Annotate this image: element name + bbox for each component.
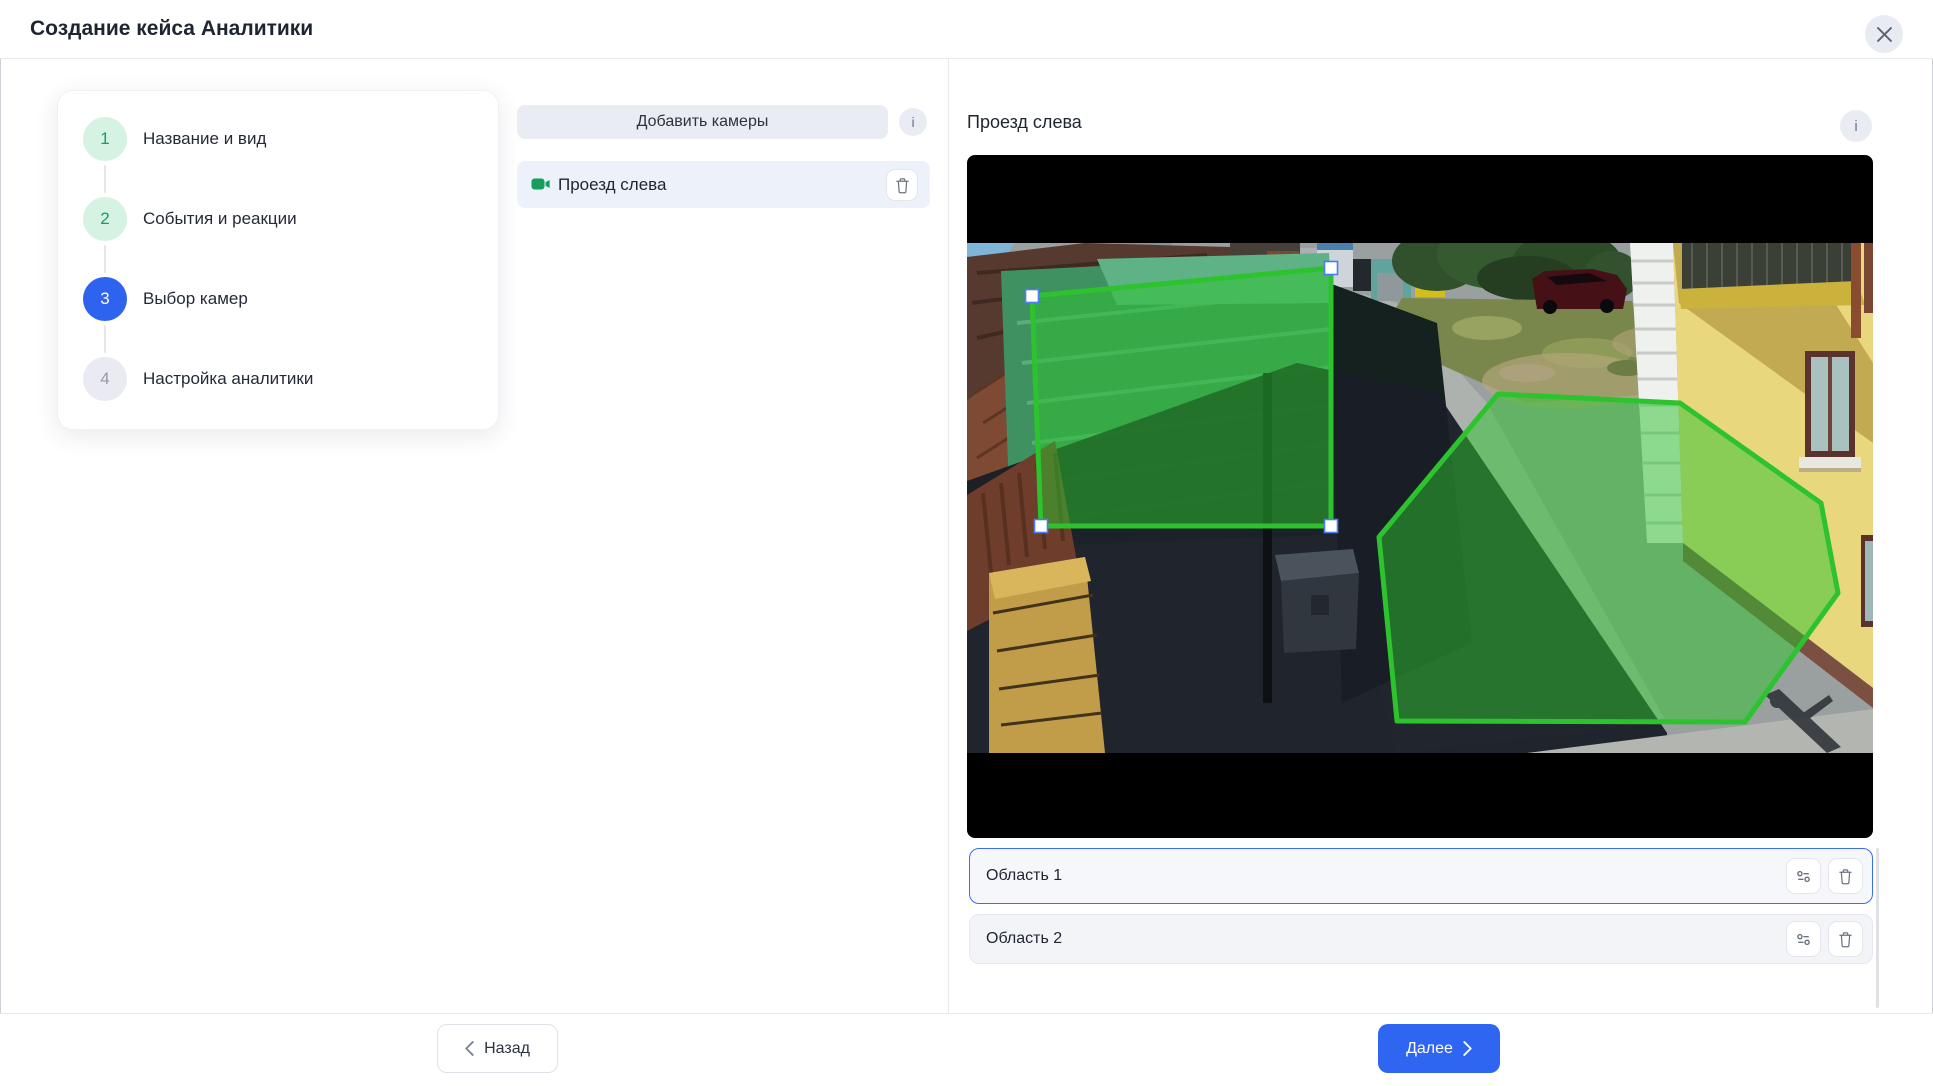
region-actions: [1786, 915, 1863, 963]
region-settings-button[interactable]: [1786, 858, 1821, 894]
region-actions: [1786, 849, 1863, 903]
modal-footer: Назад Далее: [0, 1013, 1933, 1086]
camera-frame: [967, 155, 1873, 838]
info-icon: i: [1854, 118, 1857, 135]
create-analytics-case-modal: { "window": { "title": "Создание кейса А…: [0, 0, 1933, 1085]
panel-scrollbar[interactable]: [1876, 848, 1879, 1008]
region-row-2[interactable]: Область 2: [969, 914, 1873, 964]
step-number-badge: 3: [83, 277, 127, 321]
camera-name: Проезд слева: [558, 161, 666, 208]
wizard-steps-card: 1 Название и вид 2 События и реакции 3 В…: [57, 90, 499, 430]
region-settings-button[interactable]: [1786, 921, 1821, 957]
region-name: Область 1: [986, 849, 1062, 903]
region-name: Область 2: [986, 915, 1062, 963]
step-number-badge: 1: [83, 117, 127, 161]
wizard-step-name-type[interactable]: 1 Название и вид: [58, 117, 498, 161]
wizard-step-analytics-setup[interactable]: 4 Настройка аналитики: [58, 357, 498, 401]
back-button-label: Назад: [484, 1040, 530, 1058]
video-camera-icon: [531, 176, 551, 192]
step-connector: [104, 325, 106, 353]
region-row-1[interactable]: Область 1: [969, 848, 1873, 904]
trash-icon: [1838, 931, 1853, 948]
modal-title: Создание кейса Аналитики: [30, 0, 313, 58]
next-button-label: Далее: [1406, 1040, 1453, 1058]
preview-info-button[interactable]: i: [1840, 110, 1872, 142]
step-label: Название и вид: [143, 117, 266, 161]
step-number-badge: 2: [83, 197, 127, 241]
preview-camera-title: Проезд слева: [967, 112, 1082, 133]
wizard-step-events-reactions[interactable]: 2 События и реакции: [58, 197, 498, 241]
trash-icon: [895, 177, 910, 194]
camera-list-item[interactable]: Проезд слева: [517, 161, 930, 208]
step-label: Выбор камер: [143, 277, 248, 321]
close-icon: [1877, 27, 1892, 42]
camera-frame-scene: [967, 243, 1873, 753]
back-button[interactable]: Назад: [437, 1024, 558, 1073]
info-icon: i: [911, 114, 914, 130]
remove-camera-button[interactable]: [886, 169, 918, 201]
chevron-left-icon: [465, 1041, 474, 1056]
next-button[interactable]: Далее: [1378, 1024, 1500, 1073]
region-1-polygon[interactable]: [1032, 268, 1331, 526]
sliders-icon: [1795, 868, 1812, 885]
add-cameras-button[interactable]: Добавить камеры: [517, 105, 888, 139]
sliders-icon: [1795, 931, 1812, 948]
step-connector: [104, 165, 106, 193]
step-number-badge: 4: [83, 357, 127, 401]
step-label: События и реакции: [143, 197, 297, 241]
modal-header: Создание кейса Аналитики: [0, 0, 1933, 59]
wizard-step-camera-selection[interactable]: 3 Выбор камер: [58, 277, 498, 321]
region-delete-button[interactable]: [1828, 921, 1863, 957]
region-delete-button[interactable]: [1828, 858, 1863, 894]
column-divider: [948, 59, 949, 1013]
step-connector: [104, 245, 106, 273]
step-label: Настройка аналитики: [143, 357, 313, 401]
trash-icon: [1838, 868, 1853, 885]
close-button[interactable]: [1865, 15, 1903, 53]
chevron-right-icon: [1463, 1041, 1472, 1056]
cameras-info-button[interactable]: i: [899, 108, 927, 136]
